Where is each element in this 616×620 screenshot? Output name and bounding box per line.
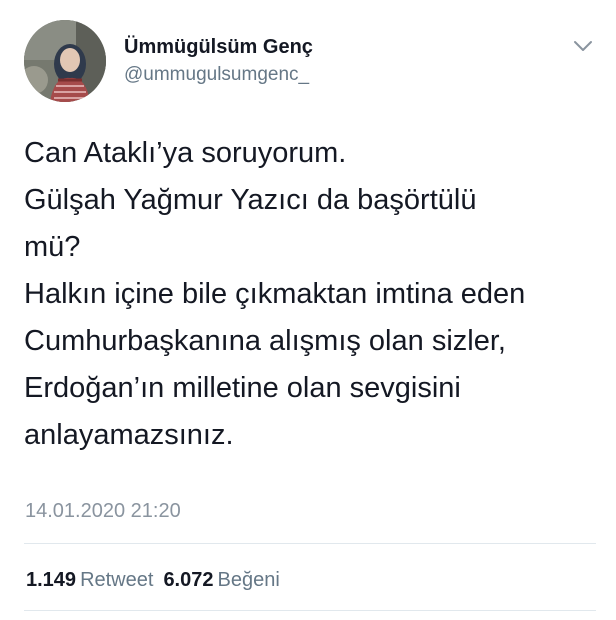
tweet-text-line: Halkın içine bile çıkmaktan imtina eden: [24, 278, 526, 310]
avatar[interactable]: [24, 20, 106, 102]
retweet-stat[interactable]: 1.149 Retweet: [26, 569, 153, 591]
profile-photo: [24, 20, 106, 102]
timestamp[interactable]: 14.01.2020 21:20: [25, 500, 181, 523]
divider: [24, 610, 596, 611]
tweet-text-line: Gülşah Yağmur Yazıcı da başörtülü: [24, 184, 477, 216]
author-handle[interactable]: @ummugulsumgenc_: [124, 64, 309, 86]
like-stat[interactable]: 6.072 Beğeni: [163, 569, 279, 591]
tweet-text-line: mü?: [24, 231, 81, 263]
tweet-stats: 1.149 Retweet 6.072 Beğeni: [26, 569, 280, 592]
retweet-label: Retweet: [80, 569, 154, 591]
divider: [24, 543, 596, 544]
like-count: 6.072: [163, 569, 214, 591]
tweet-text-line: Can Ataklı’ya soruyorum.: [24, 137, 347, 169]
tweet-text-line: Cumhurbaşkanına alışmış olan sizler,: [24, 325, 506, 357]
tweet-text-line: anlayamazsınız.: [24, 419, 234, 451]
tweet-text: Can Ataklı’ya soruyorum. Gülşah Yağmur Y…: [24, 130, 604, 459]
retweet-count: 1.149: [26, 569, 77, 591]
tweet-text-line: Erdoğan’ın milletine olan sevgisini: [24, 372, 461, 404]
like-label: Beğeni: [217, 569, 280, 591]
author-name[interactable]: Ümmügülsüm Genç: [124, 36, 313, 59]
chevron-down-icon[interactable]: [572, 38, 594, 54]
